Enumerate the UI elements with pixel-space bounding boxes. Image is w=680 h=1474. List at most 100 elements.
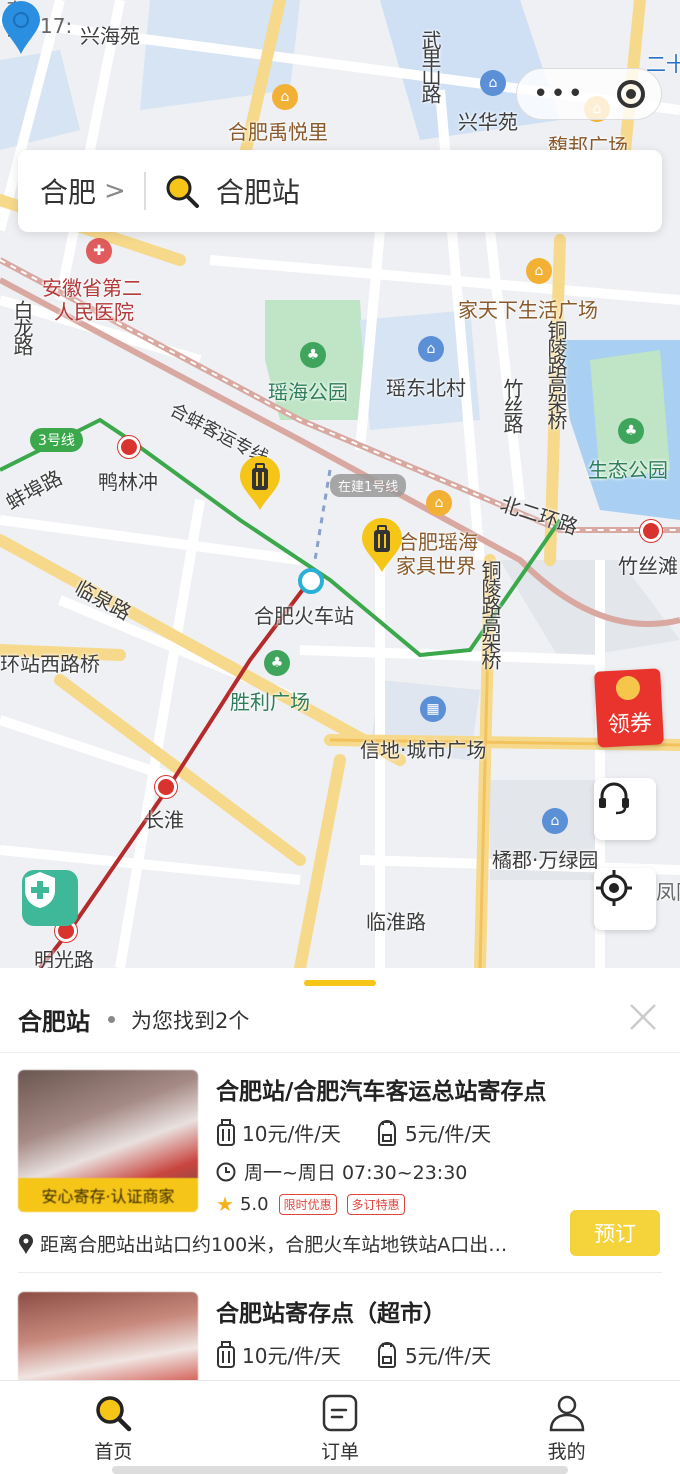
tab-home[interactable]: 首页 (0, 1381, 227, 1474)
safety-button[interactable] (22, 870, 78, 926)
mall-icon: ⌂ (426, 490, 452, 516)
small-item-price: 5元/件/天 (404, 1344, 492, 1368)
tab-label: 订单 (321, 1441, 360, 1463)
search-input[interactable] (215, 174, 616, 208)
map-label: 合肥禹悦里 (228, 120, 328, 144)
suitcase-icon (217, 1340, 235, 1368)
miniprogram-capsule[interactable]: ••• (516, 68, 662, 120)
price-row: 10元/件/天 5元/件/天 (216, 1340, 491, 1369)
locate-button[interactable] (594, 868, 656, 930)
book-button[interactable]: 预订 (570, 1210, 660, 1256)
tab-profile[interactable]: 我的 (453, 1381, 680, 1474)
store-photo (18, 1292, 198, 1380)
metro-station-icon (118, 436, 140, 458)
map-label: 铜陵路高架桥 (478, 560, 502, 668)
headset-icon (599, 782, 629, 815)
promo-badge: 多订特惠 (346, 1193, 405, 1215)
backpack-icon (377, 1119, 396, 1146)
map-label: 武里山路 (418, 30, 442, 102)
map-label: 人民医院 (54, 300, 134, 324)
luggage-pin-icon[interactable] (238, 456, 282, 512)
map-label: 生态公园 (588, 458, 668, 482)
chevron-right-icon[interactable]: > (104, 176, 126, 206)
opening-hours: 周一~周日 07:30~23:30 (216, 1158, 467, 1185)
map-label: 白龙路 (10, 300, 34, 354)
map-label: 信地·城市广场 (360, 738, 487, 762)
hours-text: 周一~周日 07:30~23:30 (244, 1162, 468, 1184)
large-item-price: 10元/件/天 (242, 1122, 341, 1146)
map-label: 长淮 (144, 808, 184, 832)
order-icon (322, 1394, 358, 1432)
tab-orders[interactable]: 订单 (227, 1381, 454, 1474)
metro-station-icon (155, 776, 177, 798)
mall-icon: ⌂ (272, 84, 298, 110)
results-title: 合肥站 (18, 1008, 90, 1036)
map-label: 铜陵路高架桥 (544, 320, 568, 428)
drag-handle[interactable] (304, 980, 376, 986)
tab-label: 我的 (547, 1441, 586, 1463)
map-label: 胜利广场 (230, 690, 310, 714)
map-label: 临淮路 (366, 910, 426, 934)
promo-badge: 限时优惠 (278, 1193, 337, 1215)
tab-bar: 首页 订单 我的 (0, 1380, 680, 1474)
map-label: 竹丝路 (500, 378, 524, 432)
small-item-price: 5元/件/天 (404, 1122, 492, 1146)
city-selector[interactable]: 合肥 (18, 171, 96, 211)
close-icon[interactable] (628, 1002, 658, 1032)
status-time: 17: (40, 14, 73, 38)
coupon-label: 领券 (607, 710, 653, 739)
search-icon (166, 175, 199, 208)
separator-dot (108, 1016, 115, 1023)
results-count: 为您找到2个 (131, 1008, 250, 1033)
park-icon: ♣ (300, 342, 326, 368)
address-text: 距离合肥站出站口约100米，合肥火车站地铁站A口出… (40, 1234, 508, 1256)
map-label: 凤阳 (656, 880, 680, 904)
tab-label: 首页 (94, 1441, 133, 1463)
map-label: 合肥火车站 (254, 604, 354, 628)
search-bar[interactable]: 合肥 > (18, 150, 662, 232)
shield-icon (25, 872, 55, 908)
rating-value: 5.0 (239, 1193, 269, 1215)
residence-icon: ⌂ (480, 70, 506, 96)
map-label: 环站西路桥 (0, 652, 100, 676)
more-icon[interactable]: ••• (533, 79, 585, 109)
divider (18, 1272, 662, 1273)
map-label: 家天下生活广场 (458, 298, 598, 322)
locate-icon (596, 870, 632, 906)
store-name: 合肥站/合肥汽车客运总站寄存点 (216, 1079, 547, 1105)
star-icon: ★ (216, 1192, 234, 1216)
clock-icon (216, 1162, 236, 1181)
map-label: 瑶海公园 (268, 380, 348, 404)
map-label: 竹丝滩 (618, 554, 678, 578)
railway-station-icon (298, 568, 324, 594)
metro-line-badge: 在建1号线 (330, 474, 407, 497)
search-icon (96, 1396, 132, 1432)
results-sheet: 合肥站 为您找到2个 安心寄存·认证商家 合肥站/合肥汽车客运总站寄存点 10元… (0, 968, 680, 1380)
map-label: 明光路 (34, 948, 94, 968)
store-photo: 安心寄存·认证商家 (18, 1070, 198, 1212)
mall-icon: ⌂ (526, 258, 552, 284)
metro-line-badge: 3号线 (30, 428, 83, 452)
store-name: 合肥站寄存点（超市） (216, 1301, 446, 1327)
rating-row: ★ 5.0 限时优惠 多订特惠 (216, 1192, 405, 1216)
luggage-pin-icon[interactable] (360, 518, 404, 574)
results-header: 合肥站 为您找到2个 (18, 1002, 249, 1037)
verified-tag: 安心寄存·认证商家 (18, 1178, 198, 1212)
price-row: 10元/件/天 5元/件/天 (216, 1118, 491, 1147)
map-label: 兴海苑 (80, 24, 140, 48)
home-indicator (112, 1466, 568, 1474)
coupon-button[interactable]: 领券 (594, 668, 664, 748)
map-view[interactable]: 17: ⌂ ⌂ ⌂ ✚ ⌂ ♣ ⌂ ♣ ⌂ ♣ ▦ ⌂ 兴海苑 合肥禹悦里 兴华… (0, 0, 680, 968)
map-label: 兴华苑 (458, 110, 518, 134)
suitcase-icon (217, 1118, 235, 1146)
hospital-icon: ✚ (86, 238, 112, 264)
map-label: 橘郡·万绿园 (492, 848, 599, 872)
customer-service-button[interactable] (594, 778, 656, 840)
map-label: 鸭林冲 (98, 470, 158, 494)
location-icon (19, 1233, 33, 1254)
map-label: 瑶东北村 (386, 376, 466, 400)
location-pin-icon (2, 1, 40, 54)
divider (0, 1052, 680, 1053)
building-icon: ▦ (420, 696, 446, 722)
close-miniprogram-icon[interactable] (616, 80, 645, 108)
